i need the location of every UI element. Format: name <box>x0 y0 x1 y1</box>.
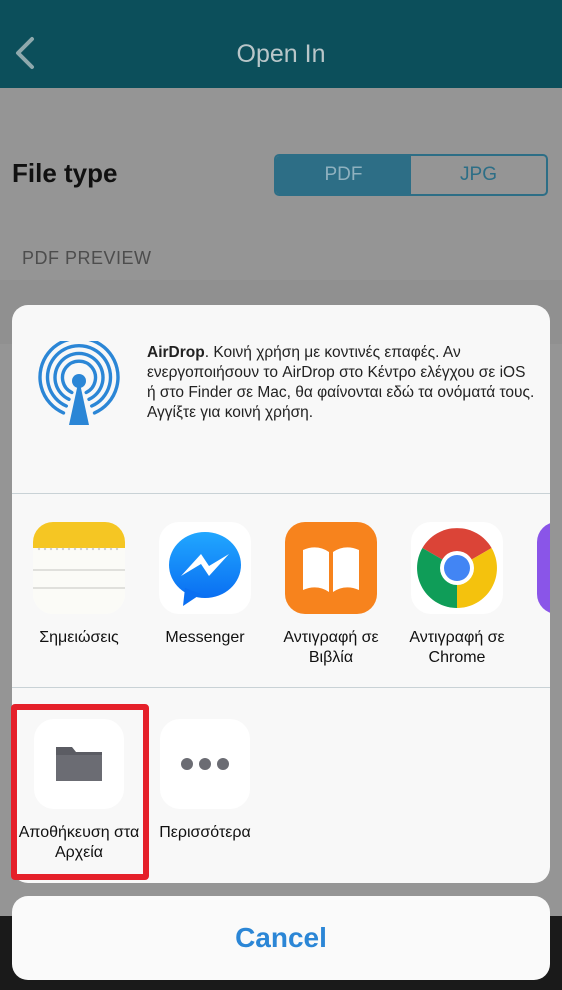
file-type-label: File type <box>12 158 118 188</box>
segment-jpg[interactable]: JPG <box>411 156 546 194</box>
app-partial[interactable]: Α <box>520 522 550 648</box>
page-title: Open In <box>236 40 326 68</box>
airdrop-body: . Κοινή χρήση με κοντινές επαφές. Αν ενε… <box>147 344 535 421</box>
app-chrome[interactable]: Αντιγραφή σε Chrome <box>394 522 520 668</box>
segment-pdf[interactable]: PDF <box>276 156 411 194</box>
file-type-segmented-control: PDF JPG <box>274 154 548 196</box>
airdrop-title: AirDrop <box>147 344 205 361</box>
airdrop-icon <box>38 341 120 425</box>
app-label: Σημειώσεις <box>39 629 119 646</box>
apps-row: Σημειώσεις Messenger Αντιγραφή σε Βιβλία… <box>12 494 550 687</box>
partial-app-icon <box>537 522 550 614</box>
cancel-button[interactable]: Cancel <box>12 896 550 980</box>
pdf-preview-label: PDF PREVIEW <box>22 248 152 268</box>
app-notes[interactable]: Σημειώσεις <box>16 522 142 648</box>
app-label: Αντιγραφή σε Βιβλία <box>283 629 379 666</box>
more-dots-icon <box>160 719 250 809</box>
app-label: Α <box>520 628 550 648</box>
app-label: Messenger <box>165 629 245 646</box>
divider <box>12 687 550 688</box>
action-more[interactable]: Περισσότερα <box>142 719 268 843</box>
notes-app-icon <box>33 522 125 614</box>
chrome-app-icon <box>411 522 503 614</box>
messenger-app-icon <box>159 522 251 614</box>
books-app-icon <box>285 522 377 614</box>
app-label: Αντιγραφή σε Chrome <box>409 629 505 666</box>
app-books[interactable]: Αντιγραφή σε Βιβλία <box>268 522 394 668</box>
app-messenger[interactable]: Messenger <box>142 522 268 648</box>
airdrop-description: AirDrop. Κοινή χρήση με κοντινές επαφές.… <box>147 343 535 423</box>
action-label: Περισσότερα <box>159 824 251 841</box>
airdrop-section[interactable]: AirDrop. Κοινή χρήση με κοντινές επαφές.… <box>12 305 550 493</box>
navigation-bar: Open In <box>0 0 562 88</box>
highlight-box <box>11 704 149 880</box>
